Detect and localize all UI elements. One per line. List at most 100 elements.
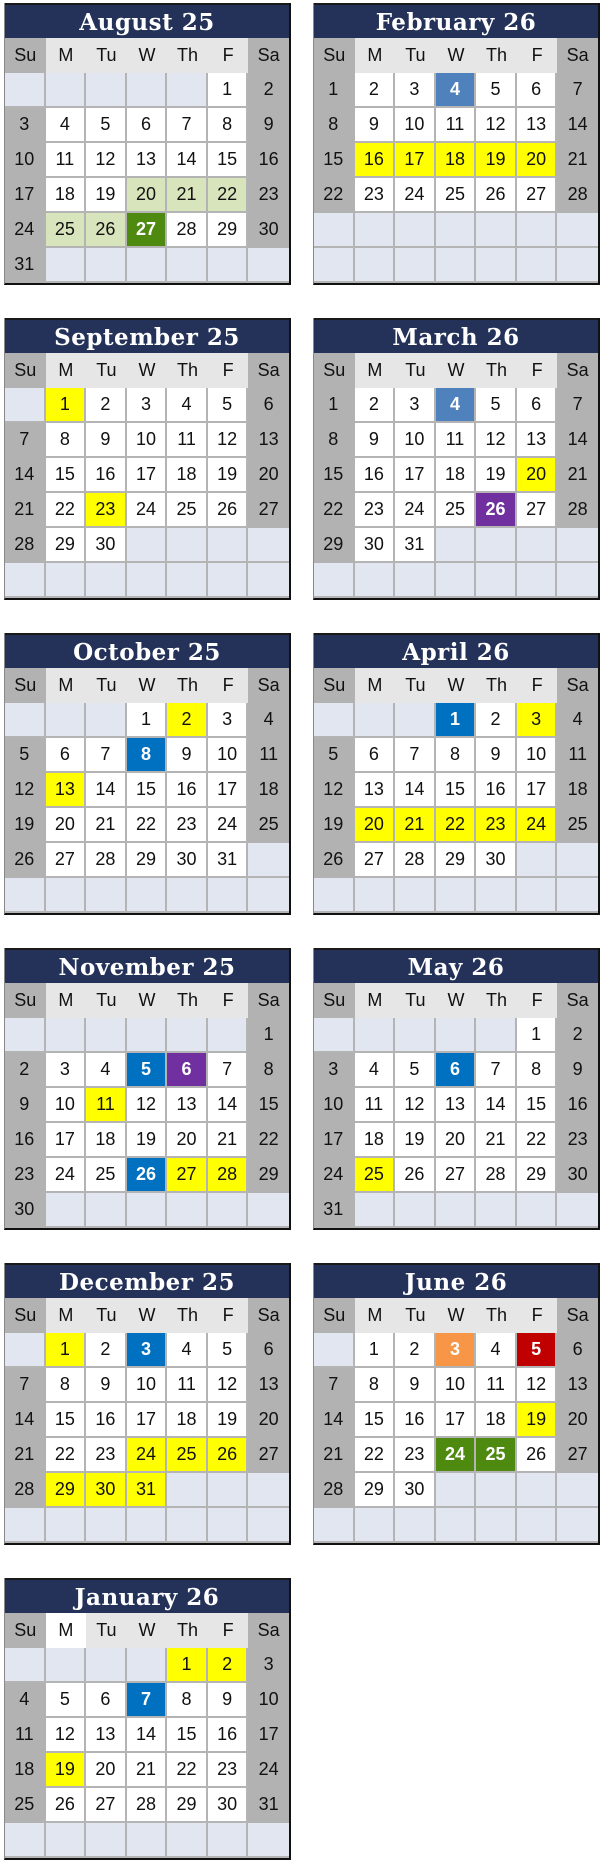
day-cell: 4: [557, 703, 598, 738]
empty-day-cell: [476, 248, 517, 283]
day-cell: 6: [126, 108, 168, 143]
day-cell-highlighted: 24: [516, 808, 558, 843]
empty-day-cell: [167, 1473, 208, 1508]
empty-day-cell: [86, 248, 127, 283]
day-cell: 13: [435, 1088, 477, 1123]
empty-day-cell: [5, 1333, 46, 1368]
weekday-label: Th: [167, 353, 208, 388]
day-cell: 1: [126, 703, 168, 738]
day-cell: 15: [167, 1718, 208, 1753]
day-cell: 30: [167, 843, 208, 878]
day-cell: 22: [314, 178, 355, 213]
day-cell: 12: [395, 1088, 436, 1123]
day-cell: 22: [126, 808, 168, 843]
empty-day-cell: [126, 73, 168, 108]
day-cell-highlighted: 27: [126, 213, 168, 248]
day-cell: 1: [207, 73, 249, 108]
day-cell: 19: [126, 1123, 168, 1158]
day-cell: 28: [476, 1158, 517, 1193]
empty-day-cell: [395, 703, 436, 738]
day-cell: 30: [476, 843, 517, 878]
empty-day-cell: [5, 388, 46, 423]
weekday-label: F: [516, 353, 558, 388]
empty-day-cell: [5, 878, 46, 913]
month-title: September 25: [5, 318, 289, 353]
day-cell-highlighted: 20: [516, 458, 558, 493]
week-row: 3456789: [5, 108, 289, 143]
day-cell: 21: [5, 1438, 46, 1473]
day-cell: 15: [248, 1088, 289, 1123]
empty-day-cell: [45, 878, 87, 913]
day-cell: 22: [45, 493, 87, 528]
empty-day-cell: [516, 1193, 558, 1228]
weekday-label: Sa: [248, 1298, 289, 1333]
empty-day-cell: [126, 1018, 168, 1053]
day-cell: 17: [516, 773, 558, 808]
empty-day-cell: [167, 248, 208, 283]
week-row: 29 30 31: [314, 528, 598, 563]
empty-day-cell: [5, 1823, 46, 1858]
empty-day-cell: [395, 878, 436, 913]
empty-day-cell: [45, 1823, 87, 1858]
day-cell: 28: [314, 1473, 355, 1508]
empty-day-cell: [248, 528, 289, 563]
empty-day-cell: [248, 1508, 289, 1543]
day-cell: 2: [354, 73, 396, 108]
week-row: 12 13 14 15 16 17 18: [5, 773, 289, 808]
empty-day-cell: [207, 1508, 249, 1543]
day-cell: 16: [557, 1088, 598, 1123]
weekday-label: Su: [5, 983, 46, 1018]
week-row: 31: [5, 248, 289, 283]
day-cell-highlighted: 8: [126, 738, 168, 773]
day-cell: 19: [207, 1403, 249, 1438]
day-cell-highlighted: 23: [476, 808, 517, 843]
day-cell: 27: [557, 1438, 598, 1473]
day-cell: 21: [126, 1753, 168, 1788]
weekday-header-row: Su M Tu W Th F Sa: [5, 668, 289, 703]
empty-day-cell: [126, 1823, 168, 1858]
day-cell: 3: [207, 703, 249, 738]
day-cell: 9: [354, 423, 396, 458]
weekday-label: Sa: [557, 983, 598, 1018]
weekday-label: W: [126, 1298, 168, 1333]
empty-day-cell: [476, 213, 517, 248]
week-row: 15 16 17 18 19 20 21: [314, 143, 598, 178]
day-cell-highlighted: 19: [45, 1753, 87, 1788]
day-cell: 31: [395, 528, 436, 563]
day-cell: 28: [557, 493, 598, 528]
weekday-label: Th: [167, 1613, 208, 1648]
day-cell: 7: [476, 1053, 517, 1088]
day-cell: 6: [248, 388, 289, 423]
day-cell: 22: [248, 1123, 289, 1158]
day-cell: 27: [354, 843, 396, 878]
empty-day-cell: [395, 563, 436, 598]
day-cell: 5: [476, 73, 517, 108]
weekday-header-row: Su M Tu W Th F Sa: [314, 668, 598, 703]
month-calendar: January 26 Su M Tu W Th F Sa 1 2 3 4 5 6 7 8 9 10 11 12 13 14…: [4, 1578, 291, 1860]
day-cell: 26: [395, 1158, 436, 1193]
weekday-label: Su: [314, 353, 355, 388]
day-cell: 15: [314, 143, 355, 178]
month-calendar: December 25 Su M Tu W Th F Sa 1 2 3 4 5 6 7 8 9 10 11 12 13 1…: [4, 1263, 291, 1545]
day-cell: 16: [86, 1403, 127, 1438]
day-cell: 13: [167, 1088, 208, 1123]
day-cell: 25: [167, 493, 208, 528]
day-cell-highlighted: 20: [126, 178, 168, 213]
empty-day-cell: [354, 878, 396, 913]
day-cell-highlighted: 1: [435, 703, 477, 738]
weekday-label: Th: [476, 1298, 517, 1333]
weekday-label: Sa: [248, 353, 289, 388]
day-cell: 22: [314, 493, 355, 528]
day-cell: 23: [167, 808, 208, 843]
day-cell: 15: [435, 773, 477, 808]
empty-day-cell: [395, 1193, 436, 1228]
weekday-header-row: Su M Tu W Th F Sa: [314, 353, 598, 388]
day-cell-highlighted: 26: [126, 1158, 168, 1193]
empty-day-cell: [435, 528, 477, 563]
day-cell: 1: [248, 1018, 289, 1053]
empty-day-cell: [207, 563, 249, 598]
day-cell-highlighted: 20: [354, 808, 396, 843]
day-cell: 7: [207, 1053, 249, 1088]
weekday-label: F: [207, 1613, 249, 1648]
day-cell: 17: [314, 1123, 355, 1158]
